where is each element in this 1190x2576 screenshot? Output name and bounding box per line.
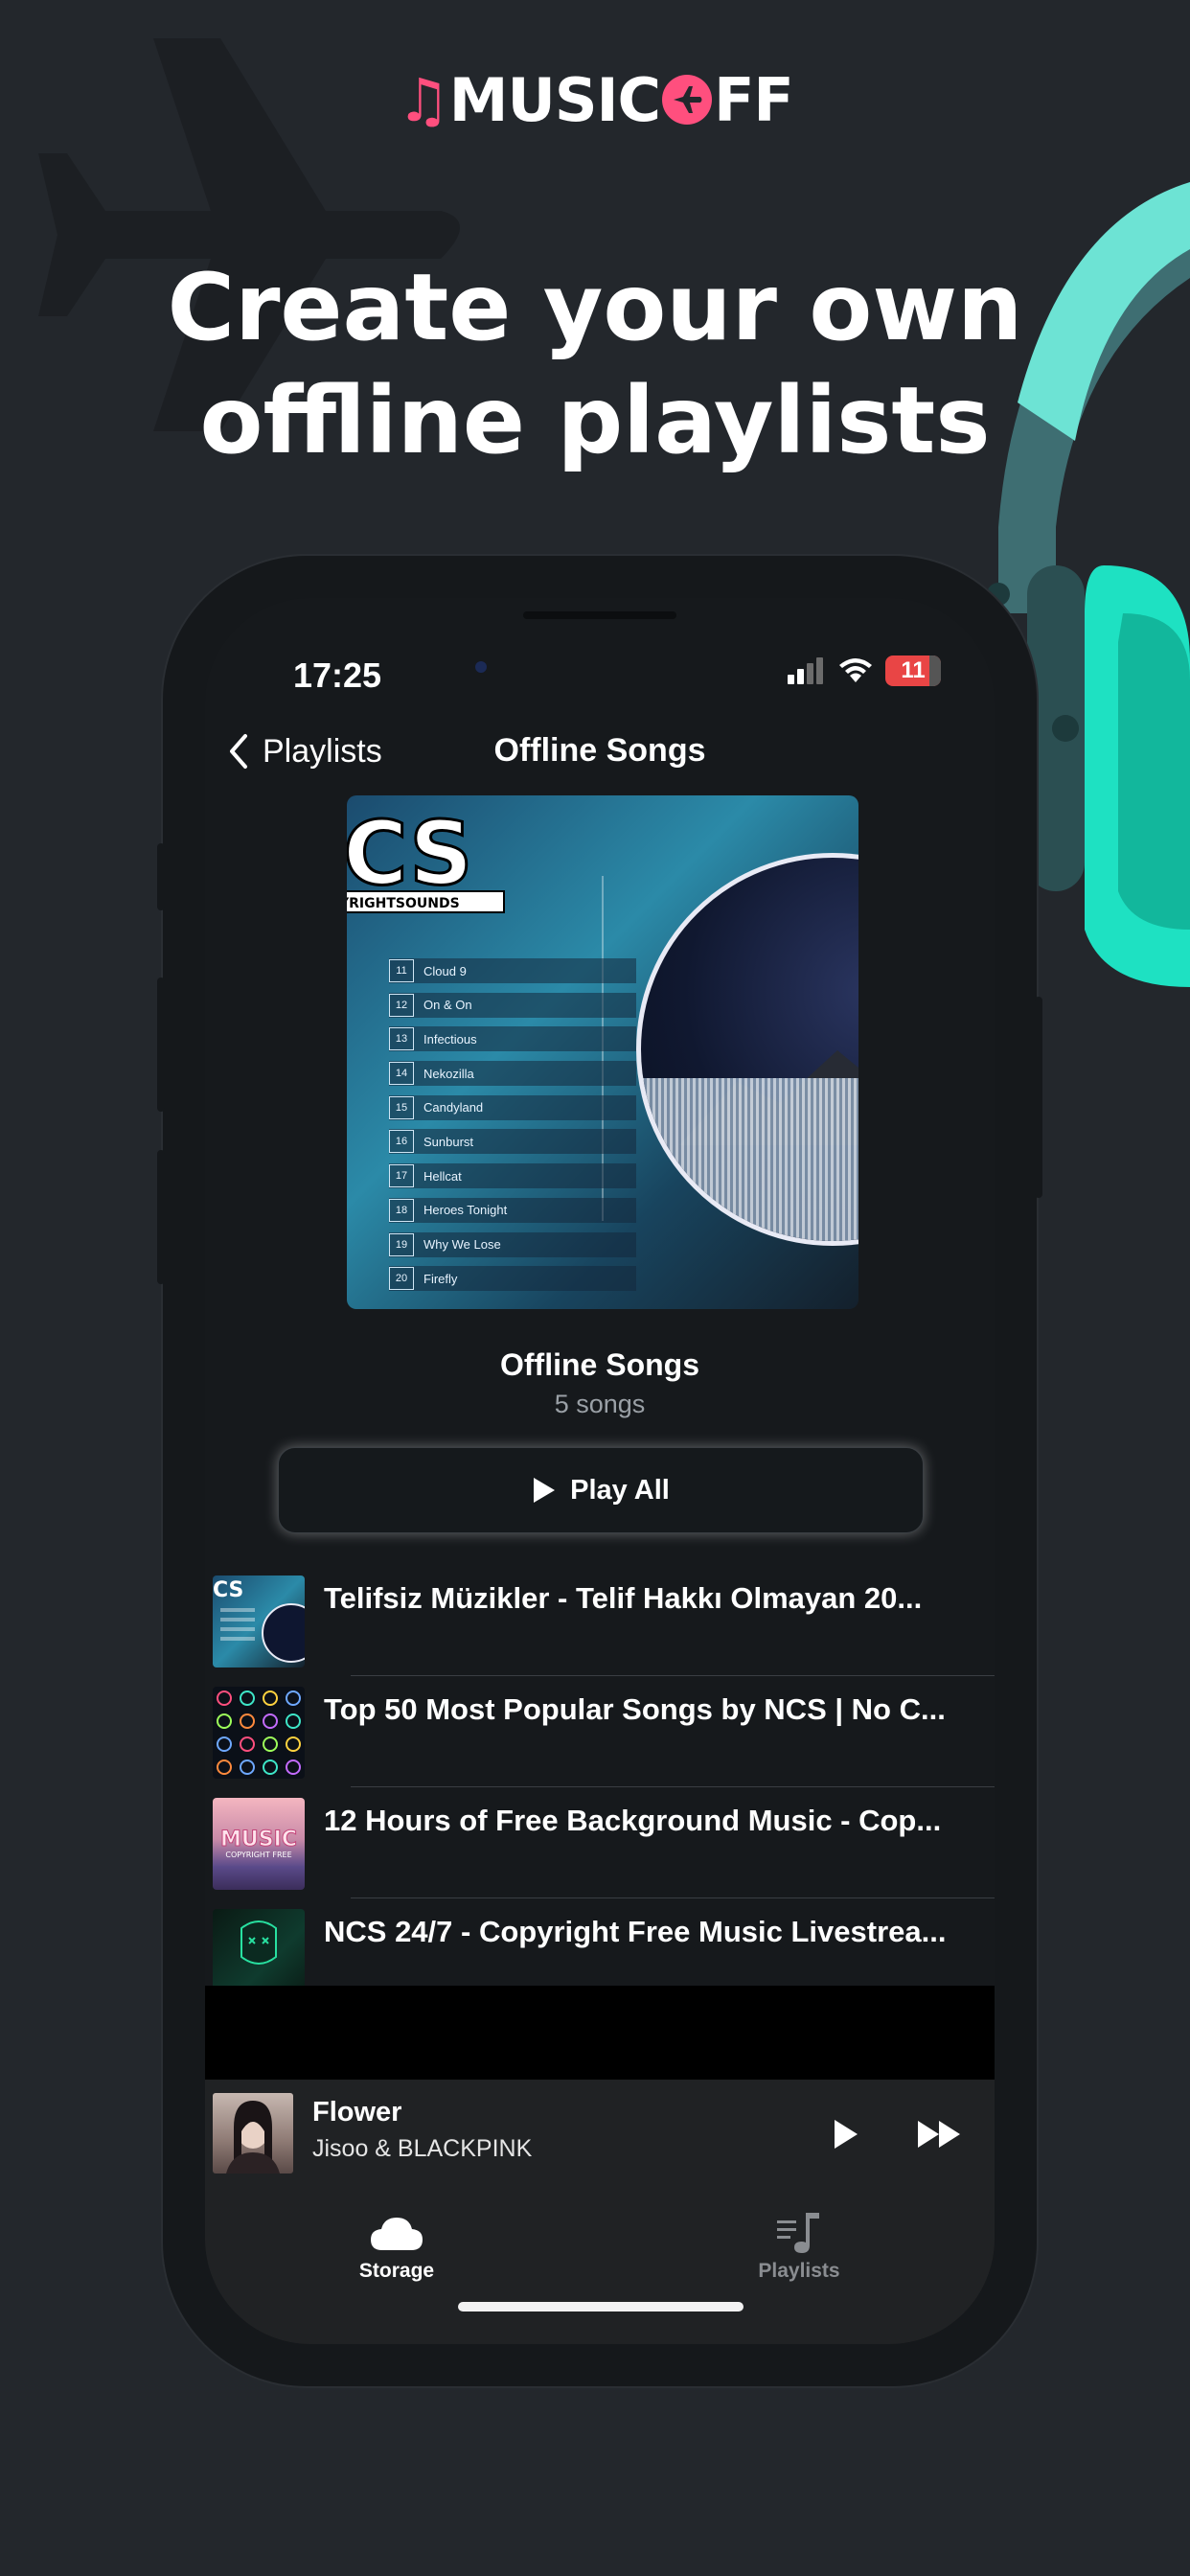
status-icons: 11 (788, 656, 941, 686)
battery-level: 11 (901, 657, 926, 683)
cover-forest (641, 1078, 858, 1241)
song-title: NCS 24/7 - Copyright Free Music Livestre… (324, 1915, 947, 1948)
cover-track: 12 On & On (389, 992, 636, 1018)
row-separator (351, 1786, 995, 1787)
status-time: 17:25 (293, 656, 382, 695)
cover-track: 19 Why We Lose (389, 1231, 636, 1257)
airplane-o-icon (662, 75, 713, 125)
nav-title: Offline Songs (493, 732, 706, 769)
tab-storage[interactable]: Storage (320, 2206, 473, 2283)
playlist-song-count: 5 songs (554, 1390, 646, 1418)
tab-bar: Storage Playlists (205, 2193, 995, 2344)
cover-logo-sub: YRIGHTSOUNDS (347, 896, 460, 911)
cover-track: 14 Nekozilla (389, 1061, 636, 1087)
now-playing-artwork (213, 2093, 293, 2174)
song-row[interactable]: MUSIC COPYRIGHT FREE 12 Hours of Free Ba… (213, 1798, 995, 1909)
cover-track: 20 Firefly (389, 1266, 636, 1292)
headline: Create your own offline playlists (0, 251, 1190, 477)
song-thumbnail: CS (213, 1576, 305, 1668)
song-thumbnail (213, 1687, 305, 1779)
song-title: Telifsiz Müzikler - Telif Hakkı Olmayan … (324, 1581, 923, 1615)
playlist-cover-art: CS YRIGHTSOUNDS 11 Cloud 9 12 On & On 13 In… (347, 795, 858, 1309)
tab-storage-label: Storage (358, 2260, 435, 2282)
cover-track: 16 Sunburst (389, 1129, 636, 1155)
cover-track: 17 Hellcat (389, 1163, 636, 1189)
phone-volume-down (157, 1150, 165, 1284)
playlist-title: Offline Songs (500, 1347, 699, 1382)
play-all-label: Play All (570, 1474, 670, 1506)
home-indicator[interactable] (458, 2302, 744, 2312)
tab-playlists-label: Playlists (758, 2260, 840, 2282)
cover-track: 13 Infectious (389, 1026, 636, 1052)
wifi-icon (839, 658, 872, 682)
cover-track: 18 Heroes Tonight (389, 1197, 636, 1223)
song-row[interactable]: Top 50 Most Popular Songs by NCS | No C.… (213, 1687, 995, 1798)
svg-text:COPYRIGHT FREE: COPYRIGHT FREE (225, 1851, 291, 1859)
cloud-icon (371, 2218, 423, 2250)
music-note-icon: ♫ (397, 65, 450, 135)
fast-forward-button[interactable] (916, 2118, 962, 2150)
phone-frame: 17:25 11 Playlists Offline Songs CS YRIG… (157, 556, 1042, 2386)
logo-text-music: MUSIC (448, 65, 661, 135)
play-all-button[interactable]: Play All (278, 1447, 924, 1533)
navigation-bar: Playlists Offline Songs (205, 732, 995, 790)
song-title: Top 50 Most Popular Songs by NCS | No C.… (324, 1692, 946, 1726)
logo-text-ff: FF (714, 65, 794, 135)
cover-planet-image (636, 853, 858, 1246)
svg-text:MUSIC: MUSIC (220, 1828, 297, 1852)
headline-line-1: Create your own (167, 254, 1023, 361)
row-separator (351, 1675, 995, 1676)
play-icon (534, 1478, 556, 1503)
song-thumbnail: MUSIC COPYRIGHT FREE (213, 1798, 305, 1890)
phone-volume-up (157, 978, 165, 1112)
svg-text:CS: CS (213, 1578, 243, 1602)
phone-power-button (1035, 997, 1042, 1198)
mini-player[interactable]: Flower Jisoo & BLACKPINK (205, 2080, 995, 2193)
cover-track: 11 Cloud 9 (389, 958, 636, 983)
mini-play-button[interactable] (832, 2118, 860, 2150)
musicoff-logo: ♫MUSIC FF (0, 65, 1190, 135)
tab-playlists[interactable]: Playlists (722, 2206, 876, 2283)
battery-indicator: 11 (885, 656, 941, 686)
song-title: 12 Hours of Free Background Music - Cop.… (324, 1804, 942, 1837)
cover-track-list: 11 Cloud 9 12 On & On 13 Infectious 14 Nekoz… (389, 958, 636, 1300)
song-row[interactable]: CS Telifsiz Müzikler - Telif Hakkı Olmay… (213, 1576, 995, 1687)
speaker-notch (523, 611, 676, 619)
signal-icon (788, 657, 823, 684)
music-list-icon (777, 2213, 819, 2253)
phone-screen: 17:25 11 Playlists Offline Songs CS YRIG… (205, 598, 995, 2344)
ad-banner-area (205, 1986, 995, 2080)
front-camera (475, 661, 487, 673)
cover-track: 15 Candyland (389, 1094, 636, 1120)
phone-side-button (157, 843, 165, 910)
headline-line-2: offline playlists (199, 367, 991, 474)
now-playing-title: Flower (312, 2097, 402, 2128)
now-playing-artist: Jisoo & BLACKPINK (312, 2135, 533, 2162)
ncs-logo: CS YRIGHTSOUNDS (347, 809, 505, 913)
